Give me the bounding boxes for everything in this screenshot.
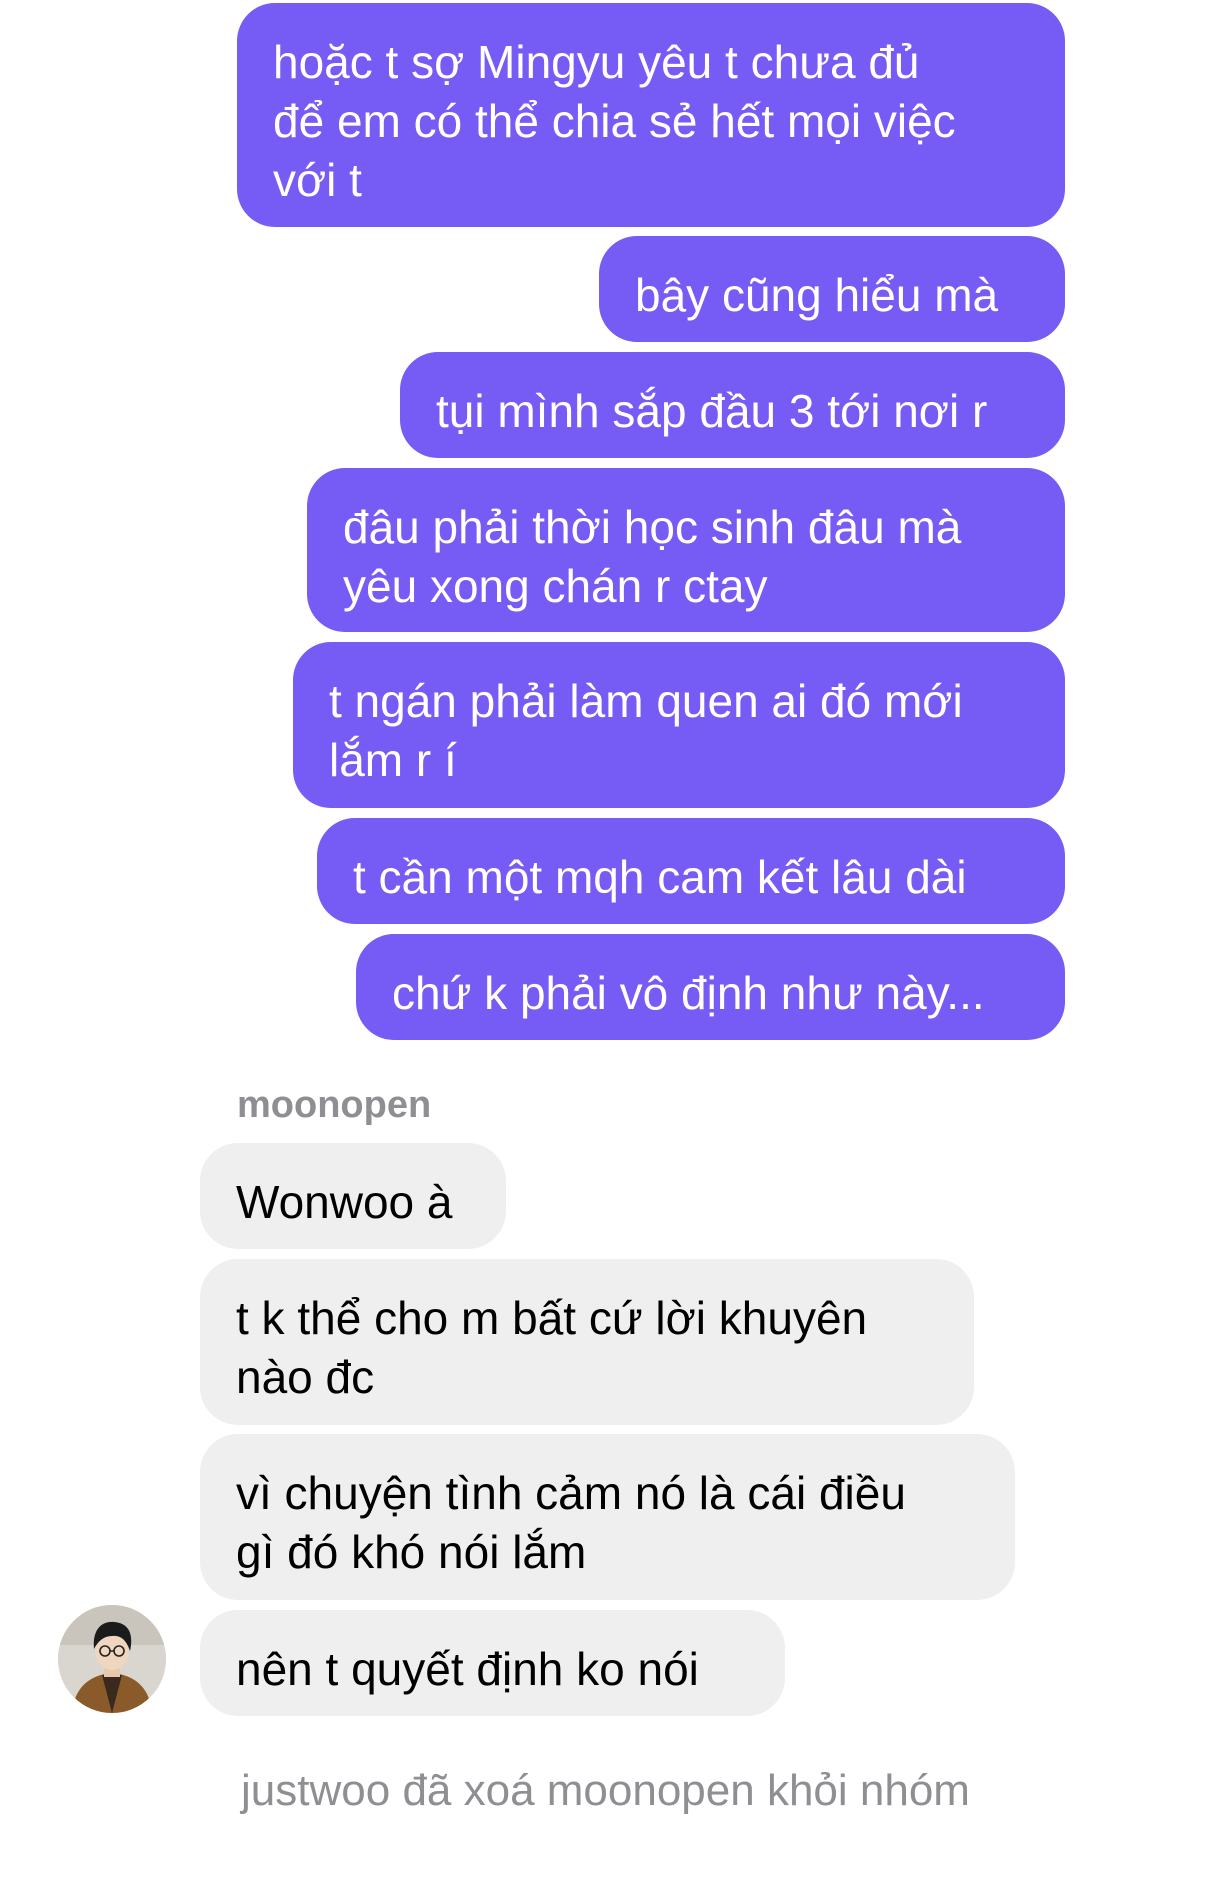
avatar-photo-icon: [58, 1605, 166, 1713]
incoming-message[interactable]: vì chuyện tình cảm nó là cái điều gì đó …: [200, 1434, 1015, 1600]
incoming-message[interactable]: Wonwoo à: [200, 1143, 506, 1249]
incoming-message[interactable]: t k thể cho m bất cứ lời khuyên nào đc: [200, 1259, 974, 1425]
system-message: justwoo đã xoá moonopen khỏi nhóm: [241, 1766, 970, 1815]
outgoing-message[interactable]: bây cũng hiểu mà: [599, 236, 1065, 342]
outgoing-message[interactable]: tụi mình sắp đầu 3 tới nơi r: [400, 352, 1065, 458]
outgoing-message[interactable]: t cần một mqh cam kết lâu dài: [317, 818, 1065, 924]
outgoing-message[interactable]: hoặc t sợ Mingyu yêu t chưa đủ để em có …: [237, 3, 1065, 227]
outgoing-message[interactable]: đâu phải thời học sinh đâu mà yêu xong c…: [307, 468, 1065, 632]
outgoing-message[interactable]: t ngán phải làm quen ai đó mới lắm r í: [293, 642, 1065, 808]
sender-name: moonopen: [237, 1084, 432, 1126]
user-avatar[interactable]: [58, 1605, 166, 1713]
outgoing-message[interactable]: chứ k phải vô định như này...: [356, 934, 1065, 1040]
incoming-message[interactable]: nên t quyết định ko nói: [200, 1610, 785, 1716]
